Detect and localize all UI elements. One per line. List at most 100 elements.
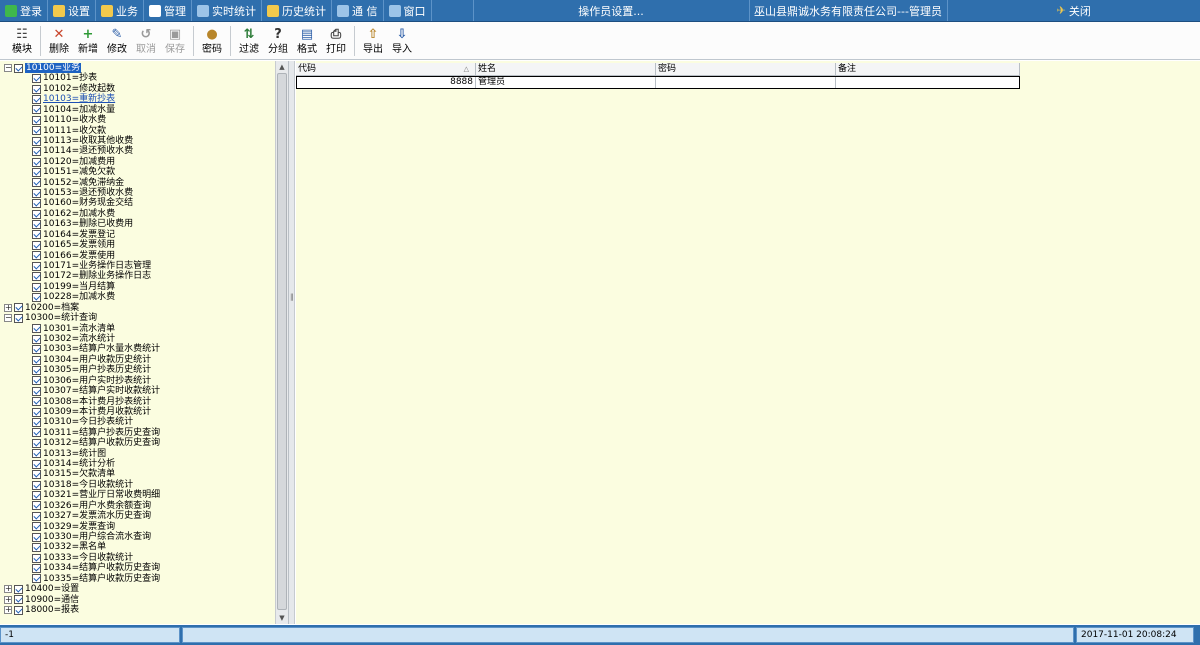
delete-button[interactable]: ✕ 删除 xyxy=(45,24,73,58)
tree-leaf-node[interactable]: 10166=发票使用 xyxy=(4,251,274,261)
checkbox-checked-icon[interactable] xyxy=(32,532,41,542)
menu-item-manage[interactable]: 管理 xyxy=(144,0,192,21)
checkbox-checked-icon[interactable] xyxy=(14,605,23,615)
module-tree[interactable]: −10100=业务 10101=抄表 10102=修改起数 10103=重新抄表 101… xyxy=(4,63,274,622)
checkbox-checked-icon[interactable] xyxy=(32,480,41,490)
print-button[interactable]: ⎙ 打印 xyxy=(322,24,350,58)
checkbox-checked-icon[interactable] xyxy=(32,178,41,188)
checkbox-checked-icon[interactable] xyxy=(32,543,41,553)
tree-leaf-node[interactable]: 10101=抄表 xyxy=(4,73,274,83)
checkbox-checked-icon[interactable] xyxy=(32,94,41,104)
tree-leaf-node[interactable]: 10314=统计分析 xyxy=(4,459,274,469)
tree-leaf-node[interactable]: 10333=今日收款统计 xyxy=(4,553,274,563)
checkbox-checked-icon[interactable] xyxy=(14,595,23,605)
checkbox-checked-icon[interactable] xyxy=(32,167,41,177)
tree-group-node[interactable]: +10400=设置 xyxy=(4,584,274,594)
checkbox-checked-icon[interactable] xyxy=(32,459,41,469)
add-button[interactable]: + 新增 xyxy=(74,24,102,58)
tree-leaf-node[interactable]: 10104=加减水量 xyxy=(4,105,274,115)
table-row[interactable]: 8888 管理员 xyxy=(296,76,1020,89)
tree-leaf-node[interactable]: 10334=结算户收款历史查询 xyxy=(4,563,274,573)
tree-vertical-scrollbar[interactable]: ▲ ▼ xyxy=(275,61,288,624)
checkbox-checked-icon[interactable] xyxy=(32,355,41,365)
tree-leaf-node[interactable]: 10199=当月结算 xyxy=(4,282,274,292)
checkbox-checked-icon[interactable] xyxy=(32,365,41,375)
import-button[interactable]: ⇩ 导入 xyxy=(388,24,416,58)
checkbox-checked-icon[interactable] xyxy=(32,563,41,573)
menu-item-settings[interactable]: 设置 xyxy=(48,0,96,21)
checkbox-checked-icon[interactable] xyxy=(32,438,41,448)
tree-leaf-node[interactable]: 10329=发票查询 xyxy=(4,522,274,532)
column-header-name[interactable]: 姓名 xyxy=(476,63,656,76)
menu-item-business[interactable]: 业务 xyxy=(96,0,144,21)
checkbox-checked-icon[interactable] xyxy=(32,251,41,261)
column-header-code[interactable]: 代码 △ xyxy=(296,63,476,76)
tree-leaf-node[interactable]: 10330=用户综合流水查询 xyxy=(4,532,274,542)
tree-leaf-node[interactable]: 10305=用户抄表历史统计 xyxy=(4,365,274,375)
checkbox-checked-icon[interactable] xyxy=(14,63,23,73)
checkbox-checked-icon[interactable] xyxy=(32,136,41,146)
column-header-password[interactable]: 密码 xyxy=(656,63,836,76)
checkbox-checked-icon[interactable] xyxy=(32,397,41,407)
scrollbar-thumb[interactable] xyxy=(277,73,287,610)
checkbox-checked-icon[interactable] xyxy=(32,501,41,511)
tree-leaf-node[interactable]: 10102=修改起数 xyxy=(4,84,274,94)
tree-leaf-node[interactable]: 10306=用户实时抄表统计 xyxy=(4,376,274,386)
tree-leaf-node[interactable]: 10151=减免欠款 xyxy=(4,167,274,177)
checkbox-checked-icon[interactable] xyxy=(32,292,41,302)
checkbox-checked-icon[interactable] xyxy=(32,334,41,344)
tree-leaf-node[interactable]: 10113=收取其他收费 xyxy=(4,136,274,146)
menu-item-realtime-stats[interactable]: 实时统计 xyxy=(192,0,262,21)
checkbox-checked-icon[interactable] xyxy=(32,230,41,240)
menu-item-communication[interactable]: 通 信 xyxy=(332,0,384,21)
checkbox-checked-icon[interactable] xyxy=(32,428,41,438)
tree-leaf-node[interactable]: 10321=营业厅日常收费明细 xyxy=(4,490,274,500)
checkbox-checked-icon[interactable] xyxy=(32,407,41,417)
format-button[interactable]: ▤ 格式 xyxy=(293,24,321,58)
tree-leaf-node[interactable]: 10163=删除已收费用 xyxy=(4,219,274,229)
checkbox-checked-icon[interactable] xyxy=(32,553,41,563)
tree-leaf-node[interactable]: 10103=重新抄表 xyxy=(4,94,274,104)
checkbox-checked-icon[interactable] xyxy=(32,376,41,386)
tree-leaf-node[interactable]: 10312=结算户收款历史查询 xyxy=(4,438,274,448)
expand-icon[interactable]: + xyxy=(4,303,12,312)
tree-group-node[interactable]: − 10300=统计查询 xyxy=(4,313,274,323)
menu-item-window[interactable]: 窗口 xyxy=(384,0,432,21)
tree-leaf-node[interactable]: 10152=减免滞纳金 xyxy=(4,178,274,188)
tree-leaf-node[interactable]: 10308=本计费月抄表统计 xyxy=(4,397,274,407)
checkbox-checked-icon[interactable] xyxy=(32,126,41,136)
checkbox-checked-icon[interactable] xyxy=(32,84,41,94)
tree-leaf-node[interactable]: 10332=黑名单 xyxy=(4,542,274,552)
tree-leaf-node[interactable]: 10302=流水统计 xyxy=(4,334,274,344)
checkbox-checked-icon[interactable] xyxy=(32,105,41,115)
scroll-down-icon[interactable]: ▼ xyxy=(276,612,288,624)
checkbox-checked-icon[interactable] xyxy=(32,449,41,459)
group-button[interactable]: ? 分组 xyxy=(264,24,292,58)
checkbox-checked-icon[interactable] xyxy=(32,188,41,198)
checkbox-checked-icon[interactable] xyxy=(32,324,41,334)
tree-leaf-node[interactable]: 10110=收水费 xyxy=(4,115,274,125)
checkbox-checked-icon[interactable] xyxy=(32,345,41,355)
tree-group-node[interactable]: +10900=通信 xyxy=(4,595,274,605)
checkbox-checked-icon[interactable] xyxy=(32,574,41,584)
checkbox-checked-icon[interactable] xyxy=(32,261,41,271)
tree-leaf-node[interactable]: 10315=欠款清单 xyxy=(4,469,274,479)
checkbox-checked-icon[interactable] xyxy=(32,74,41,84)
cell-note[interactable] xyxy=(836,77,1019,88)
expand-icon[interactable]: + xyxy=(4,595,12,604)
cell-name[interactable]: 管理员 xyxy=(476,77,656,88)
checkbox-checked-icon[interactable] xyxy=(14,313,23,323)
collapse-icon[interactable]: − xyxy=(4,314,12,323)
tree-leaf-node[interactable]: 10318=今日收款统计 xyxy=(4,480,274,490)
menu-item-history-stats[interactable]: 历史统计 xyxy=(262,0,332,21)
cell-code[interactable]: 8888 xyxy=(297,77,476,88)
checkbox-checked-icon[interactable] xyxy=(32,272,41,282)
close-button[interactable]: ✈ 关闭 xyxy=(948,0,1200,21)
checkbox-checked-icon[interactable] xyxy=(32,115,41,125)
checkbox-checked-icon[interactable] xyxy=(32,209,41,219)
tree-leaf-node[interactable]: 10303=结算户水量水费统计 xyxy=(4,344,274,354)
checkbox-checked-icon[interactable] xyxy=(32,470,41,480)
tree-leaf-node[interactable]: 10111=收欠款 xyxy=(4,126,274,136)
tree-leaf-node[interactable]: 10172=删除业务操作日志 xyxy=(4,271,274,281)
checkbox-checked-icon[interactable] xyxy=(32,386,41,396)
